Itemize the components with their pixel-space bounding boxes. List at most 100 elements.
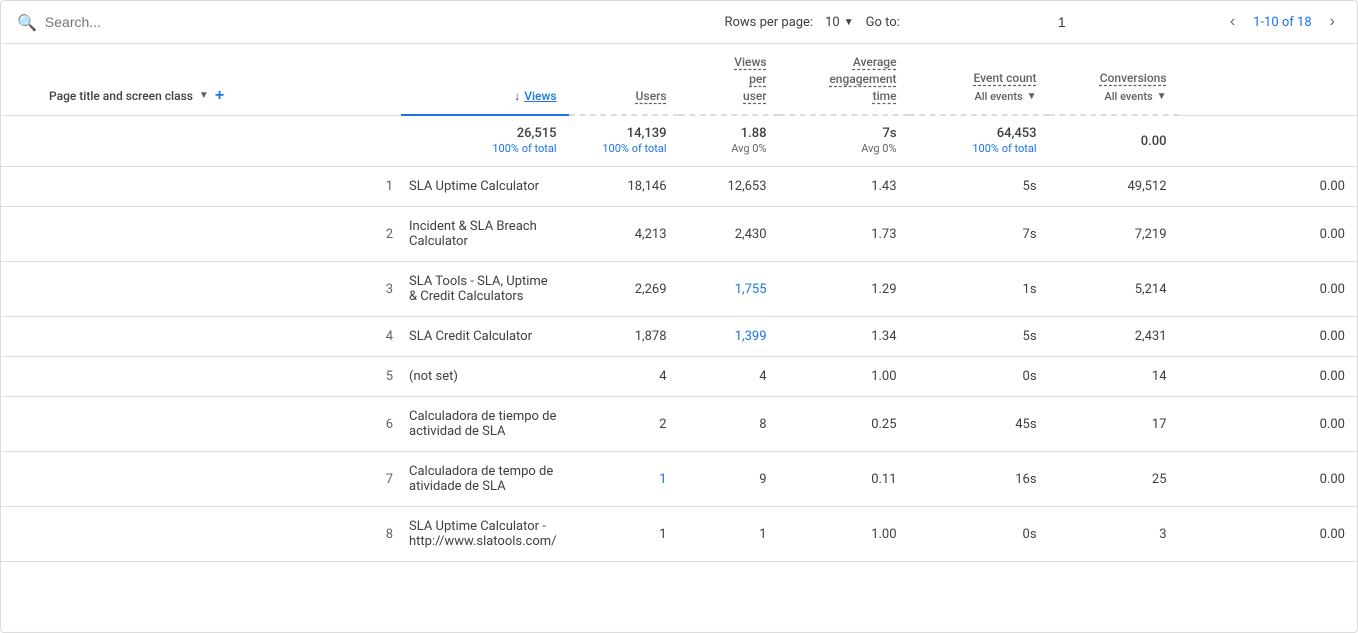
search-input[interactable] xyxy=(45,14,345,30)
rows-chevron-icon: ▼ xyxy=(844,17,854,28)
row-number-5: 5 xyxy=(1,357,401,397)
table-row: 1 SLA Uptime Calculator 18,146 12,653 1.… xyxy=(1,167,1357,207)
totals-views-cell: 26,515 100% of total xyxy=(401,115,569,167)
table-row: 7 Calculadora de tempo de atividade de S… xyxy=(1,452,1357,507)
event-count-label: Event count xyxy=(974,71,1037,85)
aet-cell-6: 45s xyxy=(909,397,1049,452)
vpu-cell-4: 1.34 xyxy=(779,317,909,357)
page-name-cell-6[interactable]: Calculadora de tiempo de actividad de SL… xyxy=(401,397,569,452)
conv-cell-3: 0.00 xyxy=(1179,262,1357,317)
search-bar: 🔍 Rows per page: 10 ▼ Go to: ‹ 1-10 of 1… xyxy=(1,1,1357,44)
conv-cell-2: 0.00 xyxy=(1179,207,1357,262)
conv-cell-4: 0.00 xyxy=(1179,317,1357,357)
dim-dropdown-icon[interactable]: ▼ xyxy=(199,89,209,103)
ec-cell-8: 3 xyxy=(1049,507,1179,562)
rows-per-page-label: Rows per page: xyxy=(724,15,813,30)
aet-cell-7: 16s xyxy=(909,452,1049,507)
ec-cell-5: 14 xyxy=(1049,357,1179,397)
page-name-cell-8[interactable]: SLA Uptime Calculator - http://www.slato… xyxy=(401,507,569,562)
row-number-4: 4 xyxy=(1,317,401,357)
users-label: Users xyxy=(636,89,667,103)
aet-cell-3: 1s xyxy=(909,262,1049,317)
views-cell-5: 4 xyxy=(569,357,679,397)
table-row: 6 Calculadora de tiempo de actividad de … xyxy=(1,397,1357,452)
event-count-dropdown-icon[interactable]: ▼ xyxy=(1027,90,1037,104)
row-number-8: 8 xyxy=(1,507,401,562)
aet-cell-2: 7s xyxy=(909,207,1049,262)
row-number-1: 1 xyxy=(1,167,401,207)
conv-cell-7: 0.00 xyxy=(1179,452,1357,507)
totals-aet-cell: 7s Avg 0% xyxy=(779,115,909,167)
totals-users-cell: 14,139 100% of total xyxy=(569,115,679,167)
views-cell-4: 1,878 xyxy=(569,317,679,357)
conv-cell-8: 0.00 xyxy=(1179,507,1357,562)
users-cell-5: 4 xyxy=(679,357,779,397)
aet-cell-4: 5s xyxy=(909,317,1049,357)
aet-label: Average engagement time xyxy=(829,55,896,103)
data-table: Page title and screen class ▼ + ↓ Views … xyxy=(1,44,1357,562)
table-row: 4 SLA Credit Calculator 1,878 1,399 1.34… xyxy=(1,317,1357,357)
row-number-7: 7 xyxy=(1,452,401,507)
table-row: 3 SLA Tools - SLA, Uptime & Credit Calcu… xyxy=(1,262,1357,317)
totals-vpu-cell: 1.88 Avg 0% xyxy=(679,115,779,167)
table-row: 2 Incident & SLA Breach Calculator 4,213… xyxy=(1,207,1357,262)
ec-cell-7: 25 xyxy=(1049,452,1179,507)
page-name-cell-7[interactable]: Calculadora de tempo de atividade de SLA xyxy=(401,452,569,507)
views-cell-1: 18,146 xyxy=(569,167,679,207)
users-cell-3: 1,755 xyxy=(679,262,779,317)
page-name-cell-3[interactable]: SLA Tools - SLA, Uptime & Credit Calcula… xyxy=(401,262,569,317)
conv-cell-6: 0.00 xyxy=(1179,397,1357,452)
totals-conv-cell: 0.00 xyxy=(1049,115,1179,167)
pagination-area: Rows per page: 10 ▼ Go to: ‹ 1-10 of 18 … xyxy=(724,11,1341,33)
users-cell-7: 9 xyxy=(679,452,779,507)
ec-cell-3: 5,214 xyxy=(1049,262,1179,317)
users-cell-6: 8 xyxy=(679,397,779,452)
add-dimension-button[interactable]: + xyxy=(215,88,224,104)
table-row: 5 (not set) 4 4 1.00 0s 14 0.00 xyxy=(1,357,1357,397)
conversions-sub[interactable]: All events xyxy=(1104,89,1152,104)
conversions-label: Conversions xyxy=(1100,71,1167,85)
prev-page-button[interactable]: ‹ xyxy=(1224,11,1241,33)
users-cell-8: 1 xyxy=(679,507,779,562)
ec-cell-2: 7,219 xyxy=(1049,207,1179,262)
goto-input[interactable] xyxy=(912,14,1212,30)
sort-arrow-icon: ↓ xyxy=(514,88,520,105)
page-name-cell-4[interactable]: SLA Credit Calculator xyxy=(401,317,569,357)
aet-cell-5: 0s xyxy=(909,357,1049,397)
table-header-row: Page title and screen class ▼ + ↓ Views … xyxy=(1,44,1357,115)
conversions-dropdown-icon[interactable]: ▼ xyxy=(1157,90,1167,104)
conversions-column-header: Conversions All events ▼ xyxy=(1049,44,1179,115)
ec-cell-6: 17 xyxy=(1049,397,1179,452)
ec-cell-4: 2,431 xyxy=(1049,317,1179,357)
rows-per-page-select[interactable]: 10 ▼ xyxy=(825,15,854,30)
page-name-cell-1[interactable]: SLA Uptime Calculator xyxy=(401,167,569,207)
event-count-sub[interactable]: All events xyxy=(974,89,1022,104)
vpu-cell-5: 1.00 xyxy=(779,357,909,397)
vpu-cell-8: 1.00 xyxy=(779,507,909,562)
views-cell-6: 2 xyxy=(569,397,679,452)
page-name-cell-5[interactable]: (not set) xyxy=(401,357,569,397)
views-column-header[interactable]: ↓ Views xyxy=(401,44,569,115)
page-name-cell-2[interactable]: Incident & SLA Breach Calculator xyxy=(401,207,569,262)
ec-cell-1: 49,512 xyxy=(1049,167,1179,207)
vpu-column-header: Views per user xyxy=(679,44,779,115)
views-cell-3: 2,269 xyxy=(569,262,679,317)
dim-column-header: Page title and screen class ▼ + xyxy=(1,44,401,115)
users-cell-4: 1,399 xyxy=(679,317,779,357)
users-column-header[interactable]: Users xyxy=(569,44,679,115)
totals-ec-cell: 64,453 100% of total xyxy=(909,115,1049,167)
page-info: 1-10 of 18 xyxy=(1253,15,1312,30)
totals-row: 26,515 100% of total 14,139 100% of tota… xyxy=(1,115,1357,167)
vpu-cell-7: 0.11 xyxy=(779,452,909,507)
search-icon: 🔍 xyxy=(17,13,37,32)
vpu-cell-6: 0.25 xyxy=(779,397,909,452)
views-cell-2: 4,213 xyxy=(569,207,679,262)
event-count-column-header: Event count All events ▼ xyxy=(909,44,1049,115)
vpu-cell-3: 1.29 xyxy=(779,262,909,317)
users-cell-2: 2,430 xyxy=(679,207,779,262)
aet-cell-8: 0s xyxy=(909,507,1049,562)
dim-col-label: Page title and screen class xyxy=(49,88,193,105)
next-page-button[interactable]: › xyxy=(1324,11,1341,33)
vpu-cell-1: 1.43 xyxy=(779,167,909,207)
row-number-3: 3 xyxy=(1,262,401,317)
